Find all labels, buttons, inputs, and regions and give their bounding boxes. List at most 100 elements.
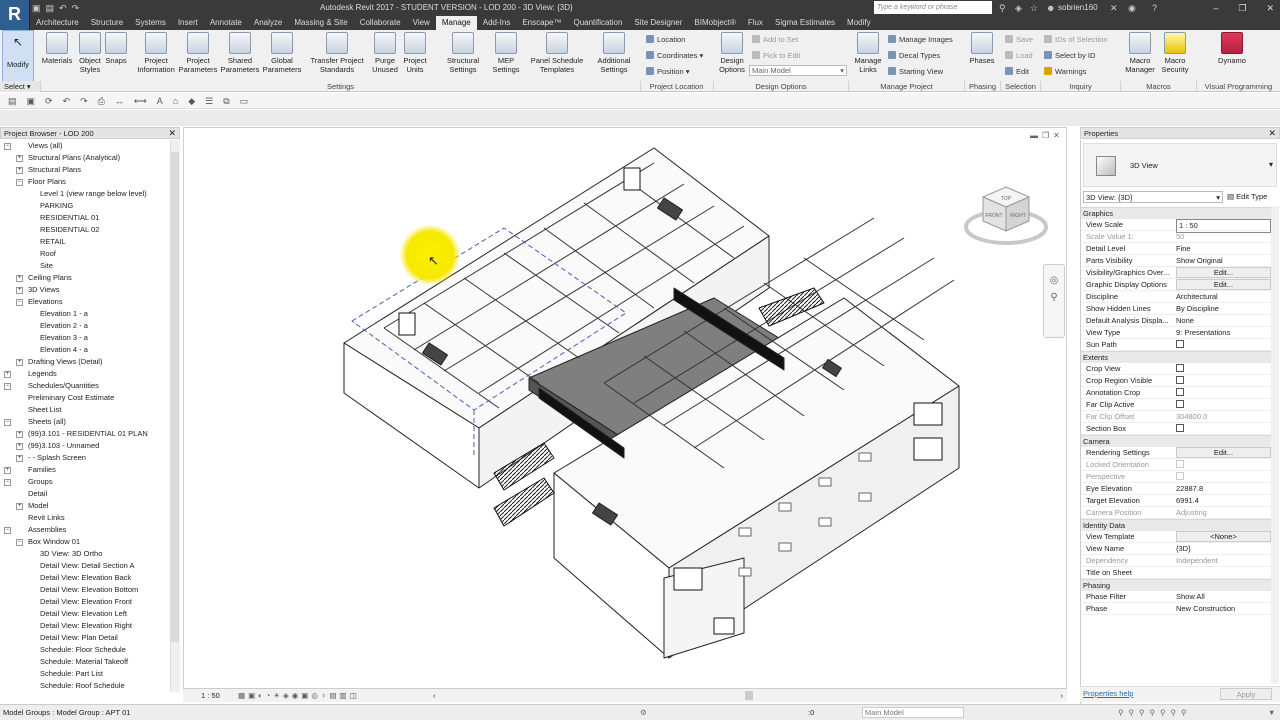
selection-save-button[interactable]: Save <box>1005 35 1033 44</box>
filter-icon[interactable]: ▼ <box>1268 705 1275 720</box>
close-hidden-icon[interactable]: ⧉ <box>223 93 229 108</box>
materials-button[interactable]: Materials <box>40 32 74 65</box>
location-button[interactable]: Location <box>646 35 685 44</box>
a360-icon[interactable]: ◉ <box>1128 0 1136 16</box>
close-icon[interactable]: ✕ <box>1268 128 1276 139</box>
browser-item[interactable]: Detail <box>0 488 179 500</box>
property-checkbox[interactable] <box>1176 339 1271 351</box>
open-file-icon[interactable]: ▤ <box>8 93 17 108</box>
snaps-button[interactable]: Snaps <box>103 32 129 65</box>
project-information-button[interactable]: Project Information <box>136 32 176 74</box>
properties-help-link[interactable]: Properties help <box>1083 689 1133 698</box>
modify-button[interactable]: ↖ Modify <box>2 30 34 82</box>
structural-settings-button[interactable]: Structural Settings <box>442 32 484 74</box>
minimize-view-icon[interactable]: ▬ <box>1030 131 1038 140</box>
checkbox[interactable] <box>1176 340 1184 348</box>
scroll-right-icon[interactable]: › <box>1061 689 1064 703</box>
print-icon[interactable]: ⎙ <box>98 93 105 108</box>
close-icon[interactable]: ✕ <box>168 128 176 139</box>
browser-item[interactable]: + Structural Plans <box>0 164 179 176</box>
warnings-button[interactable]: Warnings <box>1044 67 1086 76</box>
panel-schedule-templates-button[interactable]: Panel Schedule Templates <box>528 32 586 74</box>
steering-wheel-icon[interactable]: ◎ <box>1044 275 1064 286</box>
checkbox[interactable] <box>1176 424 1184 432</box>
checkbox[interactable] <box>1176 460 1184 468</box>
browser-item[interactable]: + Families <box>0 464 179 476</box>
tab-annotate[interactable]: Annotate <box>204 16 248 30</box>
browser-item[interactable]: − Sheets (all) <box>0 416 179 428</box>
properties-section-identity-data[interactable]: Identity Data <box>1081 519 1277 531</box>
dimension-icon[interactable]: ⟷ <box>134 93 147 108</box>
tab-quantification[interactable]: Quantification <box>567 16 628 30</box>
properties-section-camera[interactable]: Camera <box>1081 435 1277 447</box>
design-options-button[interactable]: Design Options <box>716 32 748 74</box>
expand-icon[interactable]: + <box>16 443 23 450</box>
browser-item[interactable]: Schedule: Part List <box>0 668 179 680</box>
property-value[interactable]: {3D} <box>1176 543 1271 555</box>
worksets-icon[interactable]: ⚙ <box>640 705 647 720</box>
browser-item[interactable]: + (99)3.101 - RESIDENTIAL 01 PLAN <box>0 428 179 440</box>
transfer-project-standards-button[interactable]: Transfer Project Standards <box>306 32 368 74</box>
shared-parameters-button[interactable]: Shared Parameters <box>220 32 260 74</box>
checkbox[interactable] <box>1176 400 1184 408</box>
browser-item[interactable]: Elevation 1 - a <box>0 308 179 320</box>
3d-view-icon[interactable]: ⌂ <box>173 93 178 108</box>
redo-arrow-icon[interactable]: ↷ <box>80 93 88 108</box>
property-edit-button[interactable]: Edit... <box>1176 267 1271 278</box>
property-checkbox[interactable] <box>1176 399 1271 411</box>
checkbox[interactable] <box>1176 364 1184 372</box>
property-value[interactable]: 22887.8 <box>1176 483 1271 495</box>
redo-icon[interactable]: ↷ <box>72 2 80 14</box>
property-value[interactable]: Architectural <box>1176 291 1271 303</box>
favorite-star-icon[interactable]: ☆ <box>1030 0 1038 16</box>
project-units-button[interactable]: Project Units <box>400 32 430 74</box>
apply-button[interactable]: Apply <box>1220 688 1272 700</box>
save-file-icon[interactable]: ▣ <box>27 93 36 108</box>
browser-item[interactable]: Detail View: Elevation Left <box>0 608 179 620</box>
dynamo-button[interactable]: Dynamo <box>1212 32 1252 65</box>
property-checkbox[interactable] <box>1176 471 1271 483</box>
tab-sigma-estimates[interactable]: Sigma Estimates <box>769 16 841 30</box>
expand-icon[interactable]: + <box>16 155 23 162</box>
collapse-icon[interactable]: − <box>4 143 11 150</box>
browser-item[interactable]: − Groups <box>0 476 179 488</box>
tab-systems[interactable]: Systems <box>129 16 172 30</box>
additional-settings-button[interactable]: Additional Settings <box>592 32 636 74</box>
browser-item[interactable]: + Drafting Views (Detail) <box>0 356 179 368</box>
properties-scrollbar[interactable] <box>1271 206 1279 684</box>
tab-structure[interactable]: Structure <box>85 16 129 30</box>
browser-item[interactable]: Elevation 3 - a <box>0 332 179 344</box>
close-icon[interactable]: ✕ <box>1266 0 1274 16</box>
horizontal-scroll-thumb[interactable] <box>745 691 753 700</box>
add-to-set-button[interactable]: Add to Set <box>752 35 798 44</box>
3d-view-canvas[interactable] <box>183 127 1067 692</box>
property-edit-button[interactable]: <None> <box>1176 531 1271 542</box>
expand-icon[interactable]: + <box>4 467 11 474</box>
collapse-icon[interactable]: − <box>4 527 11 534</box>
help-search-input[interactable]: Type a keyword or phrase <box>874 1 992 14</box>
position-button[interactable]: Position ▾ <box>646 67 690 76</box>
tab-site-designer[interactable]: Site Designer <box>628 16 688 30</box>
browser-item[interactable]: Elevation 4 - a <box>0 344 179 356</box>
browser-item[interactable]: Schedule: Roof Schedule <box>0 680 179 692</box>
object-styles-button[interactable]: Object Styles <box>76 32 104 74</box>
browser-item[interactable]: RESIDENTIAL 01 <box>0 212 179 224</box>
collapse-icon[interactable]: − <box>4 479 11 486</box>
view-scale[interactable]: 1 : 50 <box>201 689 220 703</box>
manage-images-button[interactable]: Manage Images <box>888 35 953 44</box>
property-checkbox[interactable] <box>1176 459 1271 471</box>
collapse-icon[interactable]: − <box>16 179 23 186</box>
checkbox[interactable] <box>1176 472 1184 480</box>
browser-item[interactable]: Detail View: Plan Detail <box>0 632 179 644</box>
switch-windows-icon[interactable]: ▭ <box>240 93 249 108</box>
tab-enscape-[interactable]: Enscape™ <box>516 16 567 30</box>
browser-item[interactable]: Preliminary Cost Estimate <box>0 392 179 404</box>
manage-links-button[interactable]: Manage Links <box>852 32 884 74</box>
tab-architecture[interactable]: Architecture <box>30 16 85 30</box>
expand-icon[interactable]: + <box>16 455 23 462</box>
browser-item[interactable]: + Structural Plans (Analytical) <box>0 152 179 164</box>
property-checkbox[interactable] <box>1176 423 1271 435</box>
browser-item[interactable]: + (99)3.103 - Unnamed <box>0 440 179 452</box>
tab-collaborate[interactable]: Collaborate <box>354 16 407 30</box>
property-value[interactable]: Show Original <box>1176 255 1271 267</box>
